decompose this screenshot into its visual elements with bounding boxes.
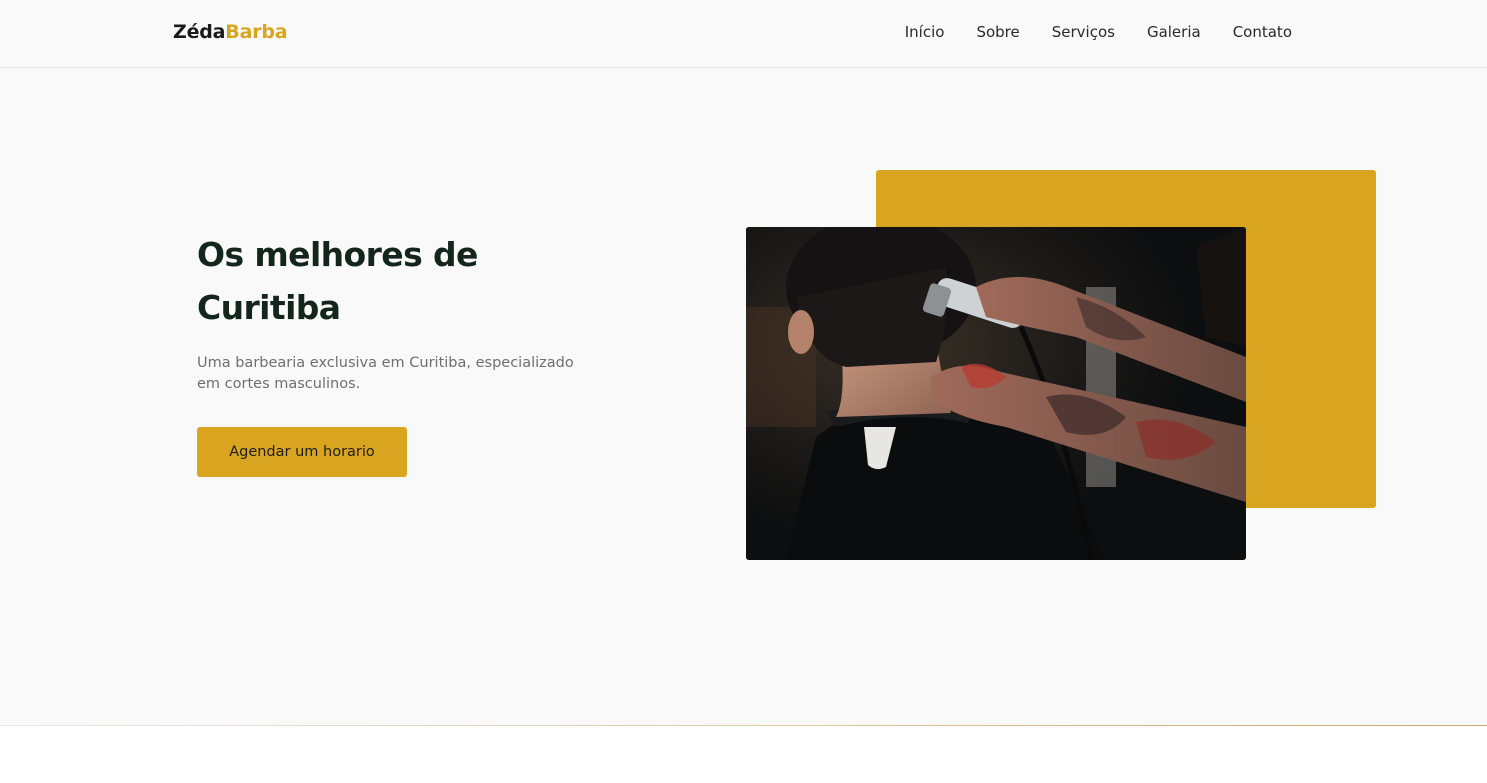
- nav-item-contato[interactable]: Contato: [1233, 21, 1292, 43]
- barber-photo-illustration: [746, 227, 1246, 560]
- logo[interactable]: ZédaBarba: [173, 19, 288, 45]
- nav-item-galeria[interactable]: Galeria: [1147, 21, 1201, 43]
- schedule-appointment-button[interactable]: Agendar um horario: [197, 427, 407, 477]
- hero-section: Os melhores de Curitiba Uma barbearia ex…: [0, 68, 1487, 725]
- nav-item-sobre[interactable]: Sobre: [976, 21, 1019, 43]
- logo-part-2: Barba: [225, 21, 288, 43]
- hero-subtitle: Uma barbearia exclusiva em Curitiba, esp…: [197, 355, 574, 392]
- main-nav: Início Sobre Serviços Galeria Contato: [905, 21, 1292, 43]
- next-section: [0, 726, 1487, 783]
- hero-title-line-2: Curitiba: [197, 288, 341, 327]
- logo-part-1: Zéda: [173, 21, 226, 43]
- hero-photo: [746, 227, 1246, 560]
- hero-title-line-1: Os melhores de: [197, 235, 478, 274]
- nav-item-servicos[interactable]: Serviços: [1052, 21, 1115, 43]
- nav-item-inicio[interactable]: Início: [905, 21, 945, 43]
- site-header: ZédaBarba Início Sobre Serviços Galeria …: [0, 0, 1487, 68]
- hero-title: Os melhores de Curitiba: [197, 228, 617, 334]
